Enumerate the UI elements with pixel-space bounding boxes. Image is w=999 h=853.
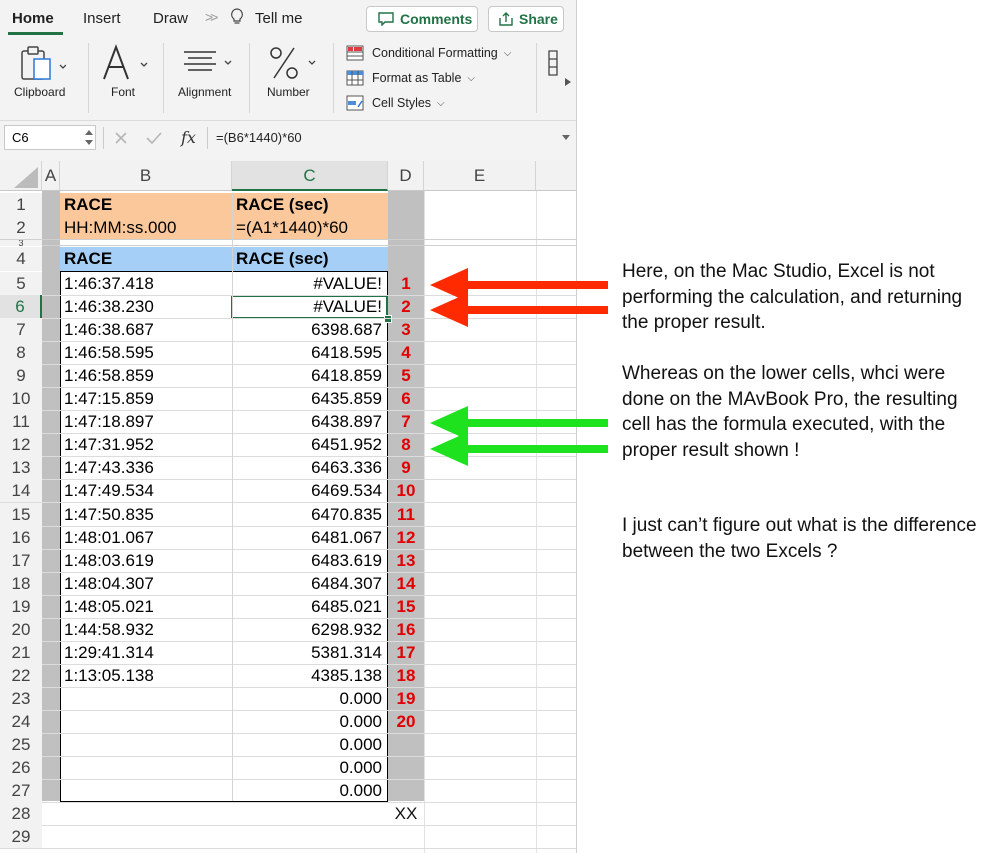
green-arrow-2 xyxy=(430,432,608,466)
red-arrow-1 xyxy=(430,268,608,302)
green-arrow-1 xyxy=(430,406,608,440)
red-arrow-2 xyxy=(430,293,608,327)
annotation-note-2: Whereas on the lower cells, whci were do… xyxy=(622,363,958,461)
annotation-note-1: Here, on the Mac Studio, Excel is not pe… xyxy=(622,261,963,333)
annotation-note-3: I just can’t figure out what is the diff… xyxy=(622,515,977,562)
